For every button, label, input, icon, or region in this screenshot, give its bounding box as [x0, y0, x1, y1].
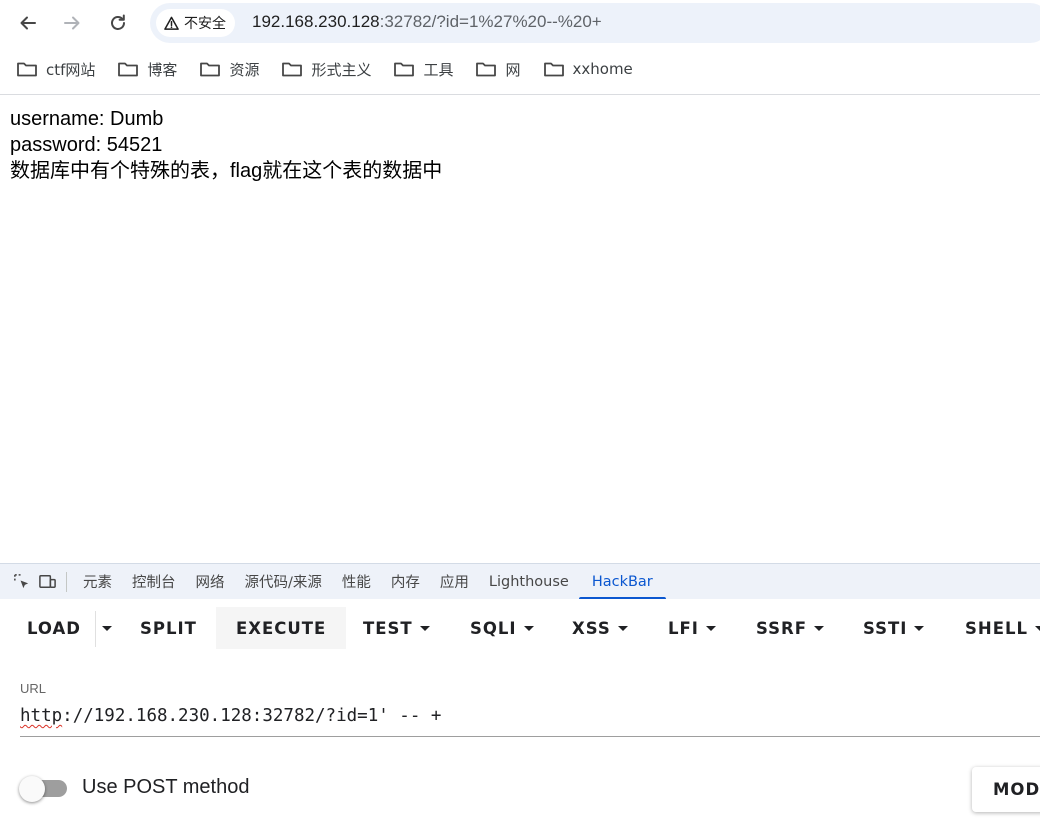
post-method-toggle[interactable] [19, 776, 69, 802]
bookmark-formalism[interactable]: 形式主义 [281, 59, 371, 80]
tab-divider [66, 571, 67, 592]
shell-label: SHELL [965, 618, 1028, 638]
username-line: username: Dumb [10, 108, 164, 130]
back-button[interactable] [14, 9, 42, 37]
url-path: :32782/?id=1%27%20--%20+ [379, 12, 602, 31]
split-button[interactable]: SPLIT [140, 607, 197, 649]
folder-icon [543, 62, 564, 77]
password-line: password: 54521 [10, 134, 163, 156]
hint-line: 数据库中有个特殊的表，flag就在这个表的数据中 [10, 160, 443, 182]
bookmark-label: ctf网站 [46, 60, 96, 79]
reload-icon [111, 14, 125, 30]
url-field-label: URL [20, 681, 47, 696]
bookmark-label: 资源 [229, 60, 260, 79]
warning-icon [164, 16, 179, 30]
bookmark-label: 工具 [423, 60, 454, 79]
load-button[interactable]: LOAD [27, 607, 81, 649]
ssrf-label: SSRF [756, 618, 808, 638]
browser-toolbar: 不安全 192.168.230.128:32782/?id=1%27%20--%… [0, 0, 1040, 46]
shell-menu-button[interactable]: SHELL [965, 607, 1040, 649]
caret-down-icon [523, 625, 534, 631]
tab-console[interactable]: 控制台 [122, 564, 186, 600]
bookmark-blog[interactable]: 博客 [117, 59, 177, 80]
folder-icon [17, 62, 37, 77]
tab-lighthouse[interactable]: Lighthouse [479, 564, 579, 600]
caret-down-icon [814, 625, 825, 631]
bookmark-net[interactable]: 网 [475, 59, 521, 80]
tab-hackbar[interactable]: HackBar [578, 564, 666, 600]
url-field-underline [20, 736, 1040, 737]
xss-menu-button[interactable]: XSS [572, 607, 628, 649]
bookmarks-bar: ctf网站 博客 资源 形式主义 工具 网 xxhome [0, 50, 1040, 88]
split-label: SPLIT [140, 618, 197, 638]
modify-header-button[interactable]: MODIFY [972, 767, 1040, 812]
bookmark-resources[interactable]: 资源 [199, 59, 259, 80]
load-label: LOAD [27, 618, 81, 638]
execute-label: EXECUTE [236, 618, 327, 638]
folder-icon [200, 62, 221, 77]
caret-down-icon [1035, 625, 1040, 631]
xss-label: XSS [572, 618, 611, 638]
sqli-label: SQLI [470, 618, 517, 638]
test-label: TEST [363, 618, 413, 638]
address-url[interactable]: 192.168.230.128:32782/?id=1%27%20--%20+ [252, 12, 602, 32]
load-menu-button[interactable] [99, 607, 115, 649]
caret-down-icon [705, 625, 716, 631]
folder-icon [476, 62, 497, 77]
load-divider [95, 611, 96, 647]
ssti-label: SSTI [863, 618, 908, 638]
lfi-menu-button[interactable]: LFI [668, 607, 716, 649]
address-bar[interactable]: 不安全 192.168.230.128:32782/?id=1%27%20--%… [150, 3, 1040, 43]
forward-button[interactable] [58, 9, 86, 37]
execute-button[interactable]: EXECUTE [216, 607, 347, 649]
folder-icon [394, 62, 415, 77]
tab-application[interactable]: 应用 [430, 564, 479, 600]
device-toolbar-button[interactable] [34, 564, 60, 600]
arrow-right-icon [64, 16, 80, 30]
caret-down-icon [914, 625, 925, 631]
url-scheme: http [20, 706, 63, 726]
cursor-select-icon [13, 574, 28, 589]
caret-down-icon [102, 625, 112, 631]
url-host: 192.168.230.128 [252, 12, 380, 31]
modify-label: MODIFY [993, 780, 1040, 799]
inspect-element-button[interactable] [8, 564, 34, 600]
caret-down-icon [419, 625, 430, 631]
tab-network[interactable]: 网络 [186, 564, 235, 600]
devtools-tab-bar: 元素 控制台 网络 源代码/来源 性能 内存 应用 Lighthouse Hac… [0, 563, 1040, 600]
toolbar-divider [0, 94, 1040, 95]
test-menu-button[interactable]: TEST [363, 607, 430, 649]
bookmark-tools[interactable]: 工具 [393, 59, 453, 80]
bookmark-label: xxhome [572, 60, 633, 78]
folder-icon [118, 62, 139, 77]
tab-performance[interactable]: 性能 [332, 564, 381, 600]
page-content: username: Dumb password: 54521 数据库中有个特殊的… [10, 106, 442, 184]
tab-memory[interactable]: 内存 [381, 564, 430, 600]
bookmark-ctf[interactable]: ctf网站 [16, 59, 95, 80]
url-rest: ://192.168.230.128:32782/?id=1' -- + [62, 706, 442, 726]
toggle-knob [19, 776, 45, 802]
tab-sources[interactable]: 源代码/来源 [235, 564, 332, 600]
bookmark-label: 网 [505, 60, 521, 79]
security-label: 不安全 [184, 16, 226, 32]
device-icon [38, 575, 56, 588]
sqli-menu-button[interactable]: SQLI [470, 607, 534, 649]
caret-down-icon [617, 625, 628, 631]
arrow-left-icon [20, 16, 36, 30]
hackbar-toolbar: LOAD SPLIT EXECUTE TEST SQLI XSS LFI SSR… [0, 599, 1040, 659]
ssti-menu-button[interactable]: SSTI [863, 607, 925, 649]
folder-icon [282, 62, 303, 77]
hackbar-url-input[interactable]: http://192.168.230.128:32782/?id=1' -- + [20, 706, 441, 726]
bookmark-label: 博客 [147, 60, 178, 79]
post-method-label: Use POST method [82, 776, 250, 798]
security-chip[interactable]: 不安全 [156, 9, 235, 37]
bookmark-xxhome[interactable]: xxhome [543, 60, 633, 78]
ssrf-menu-button[interactable]: SSRF [756, 607, 825, 649]
reload-button[interactable] [104, 9, 132, 37]
bookmark-label: 形式主义 [311, 60, 372, 79]
tab-elements[interactable]: 元素 [73, 564, 122, 600]
lfi-label: LFI [668, 618, 699, 638]
